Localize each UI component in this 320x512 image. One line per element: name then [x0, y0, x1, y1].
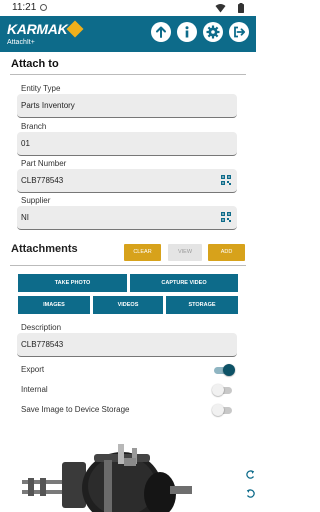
description-label: Description — [21, 323, 62, 332]
attachments-divider — [10, 265, 246, 266]
part-number-label: Part Number — [21, 159, 67, 168]
notification-icon — [40, 4, 47, 11]
app-subtitle: AttachIt+ — [7, 39, 35, 46]
clear-button[interactable]: CLEAR — [124, 244, 161, 261]
toggle-knob — [223, 364, 235, 376]
status-time: 11:21 — [12, 2, 37, 13]
branch-value: 01 — [21, 139, 30, 148]
entity-type-value: Parts Inventory — [21, 101, 75, 110]
entity-type-field[interactable]: Parts Inventory — [17, 94, 237, 118]
upload-icon — [156, 26, 166, 38]
qr-scan-icon[interactable] — [221, 175, 231, 185]
description-value: CLB778543 — [21, 340, 64, 349]
add-button[interactable]: ADD — [208, 244, 245, 261]
export-toggle[interactable] — [212, 363, 235, 377]
supplier-label: Supplier — [21, 196, 51, 205]
images-button[interactable]: IMAGES — [18, 296, 90, 314]
brand-name: KARMAK — [7, 21, 68, 37]
section-divider — [10, 74, 246, 75]
upload-button[interactable] — [151, 22, 171, 42]
part-number-field[interactable]: CLB778543 — [17, 169, 237, 193]
supplier-value: NI — [21, 213, 29, 222]
storage-button[interactable]: STORAGE — [166, 296, 238, 314]
internal-toggle[interactable] — [212, 383, 234, 397]
take-photo-button[interactable]: TAKE PHOTO — [18, 274, 127, 292]
save-to-device-toggle[interactable] — [212, 403, 234, 417]
part-number-value: CLB778543 — [21, 176, 64, 185]
wifi-icon — [215, 4, 226, 13]
attach-to-title: Attach to — [11, 58, 59, 70]
branch-field[interactable]: 01 — [17, 132, 237, 156]
battery-icon — [238, 3, 244, 13]
qr-scan-icon[interactable] — [221, 212, 231, 222]
rotate-right-icon[interactable] — [245, 488, 256, 499]
videos-button[interactable]: VIDEOS — [93, 296, 163, 314]
gear-icon — [206, 25, 220, 39]
logout-button[interactable] — [229, 22, 249, 42]
rotate-left-icon[interactable] — [245, 469, 256, 480]
status-bar: 11:21 — [0, 0, 256, 16]
info-button[interactable] — [177, 22, 197, 42]
internal-label: Internal — [21, 385, 48, 394]
attachment-preview-image[interactable] — [0, 430, 240, 512]
attachments-title: Attachments — [11, 243, 78, 255]
save-to-device-label: Save Image to Device Storage — [21, 405, 130, 414]
karmak-logo: KARMAK — [7, 20, 84, 38]
settings-button[interactable] — [203, 22, 223, 42]
supplier-field[interactable]: NI — [17, 206, 237, 230]
view-button[interactable]: VIEW — [168, 244, 202, 261]
info-icon — [185, 26, 189, 38]
export-label: Export — [21, 365, 45, 374]
toggle-knob — [212, 384, 224, 396]
branch-label: Branch — [21, 122, 47, 131]
app-bar: KARMAK AttachIt+ — [0, 16, 256, 52]
description-field[interactable]: CLB778543 — [17, 333, 237, 357]
toggle-knob — [212, 404, 224, 416]
logout-icon — [234, 26, 246, 38]
capture-video-button[interactable]: CAPTURE VIDEO — [130, 274, 238, 292]
entity-type-label: Entity Type — [21, 84, 61, 93]
logo-diamond-icon — [66, 20, 84, 38]
